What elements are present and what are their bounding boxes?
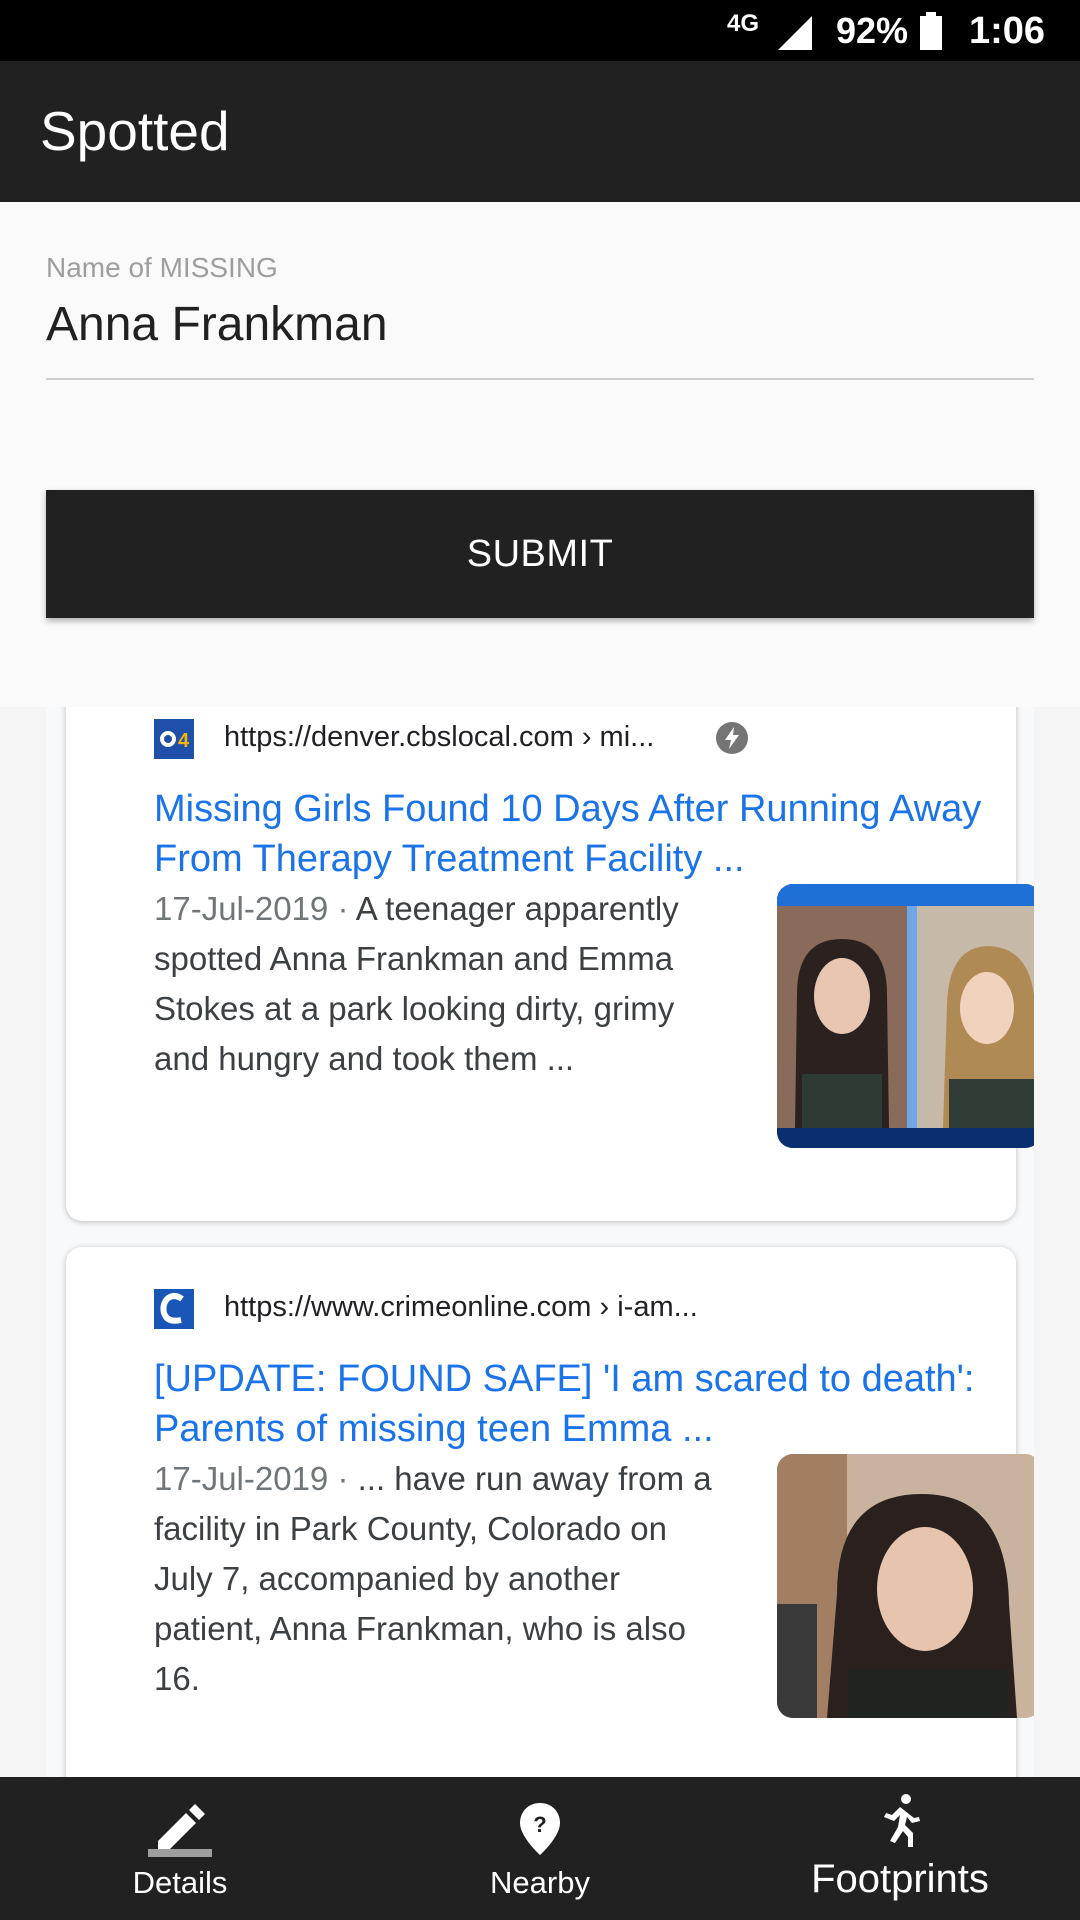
result-card[interactable]: https://www.crimeonline.com › i-am... [U… (66, 1247, 1034, 1777)
nav-details[interactable]: Details (0, 1777, 360, 1920)
bottom-navigation: Details ? Nearby Footprints (0, 1777, 1080, 1920)
result-date: 17-Jul-2019 (154, 890, 329, 927)
app-title: Spotted (40, 100, 230, 162)
result-url[interactable]: https://www.crimeonline.com › i-am... (224, 1291, 698, 1324)
missing-name-input[interactable] (46, 292, 1034, 356)
search-results[interactable]: 4 https://denver.cbslocal.com › mi... Mi… (46, 707, 1034, 1777)
svg-text:4: 4 (178, 730, 190, 752)
result-thumbnail[interactable] (777, 884, 1034, 1148)
nav-details-label: Details (132, 1865, 228, 1900)
result-snippet: 17-Jul-2019 · A teenager apparently spot… (154, 884, 724, 1084)
submit-button[interactable]: SUBMIT (46, 490, 1034, 618)
network-type: 4G (727, 10, 760, 37)
result-date-separator: · (328, 1460, 358, 1497)
crimeonline-favicon-icon (154, 1289, 194, 1329)
clock: 1:06 (969, 10, 1046, 52)
amp-lightning-icon (716, 722, 748, 754)
result-date: 17-Jul-2019 (154, 1460, 329, 1497)
search-form: Name of MISSING SUBMIT (0, 202, 1080, 707)
input-underline (46, 378, 1034, 380)
result-title-link[interactable]: Missing Girls Found 10 Days After Runnin… (154, 784, 1014, 884)
result-title-link[interactable]: [UPDATE: FOUND SAFE] 'I am scared to dea… (154, 1354, 1014, 1454)
result-date-separator: · (328, 890, 356, 927)
cbs-favicon-icon: 4 (154, 719, 194, 759)
result-snippet: 17-Jul-2019 · ... have run away from a f… (154, 1454, 724, 1704)
status-bar: 4G 92% 1:06 (0, 0, 1080, 61)
result-thumbnail[interactable] (777, 1454, 1034, 1718)
result-url[interactable]: https://denver.cbslocal.com › mi... (224, 721, 654, 754)
battery-icon (920, 12, 942, 50)
nav-nearby[interactable]: ? Nearby (360, 1777, 720, 1920)
runner-icon (884, 1794, 920, 1847)
name-field-label: Name of MISSING (46, 252, 278, 283)
nav-nearby-label: Nearby (490, 1865, 590, 1900)
svg-text:?: ? (533, 1812, 546, 1837)
nav-footprints[interactable]: Footprints (720, 1777, 1080, 1920)
result-card[interactable]: 4 https://denver.cbslocal.com › mi... Mi… (66, 707, 1034, 1221)
active-indicator (148, 1849, 212, 1857)
nav-footprints-label: Footprints (811, 1857, 989, 1901)
location-help-icon: ? (520, 1803, 560, 1855)
battery-percent: 92% (836, 10, 909, 51)
app-bar: Spotted (0, 61, 1080, 202)
signal-icon (778, 16, 812, 50)
